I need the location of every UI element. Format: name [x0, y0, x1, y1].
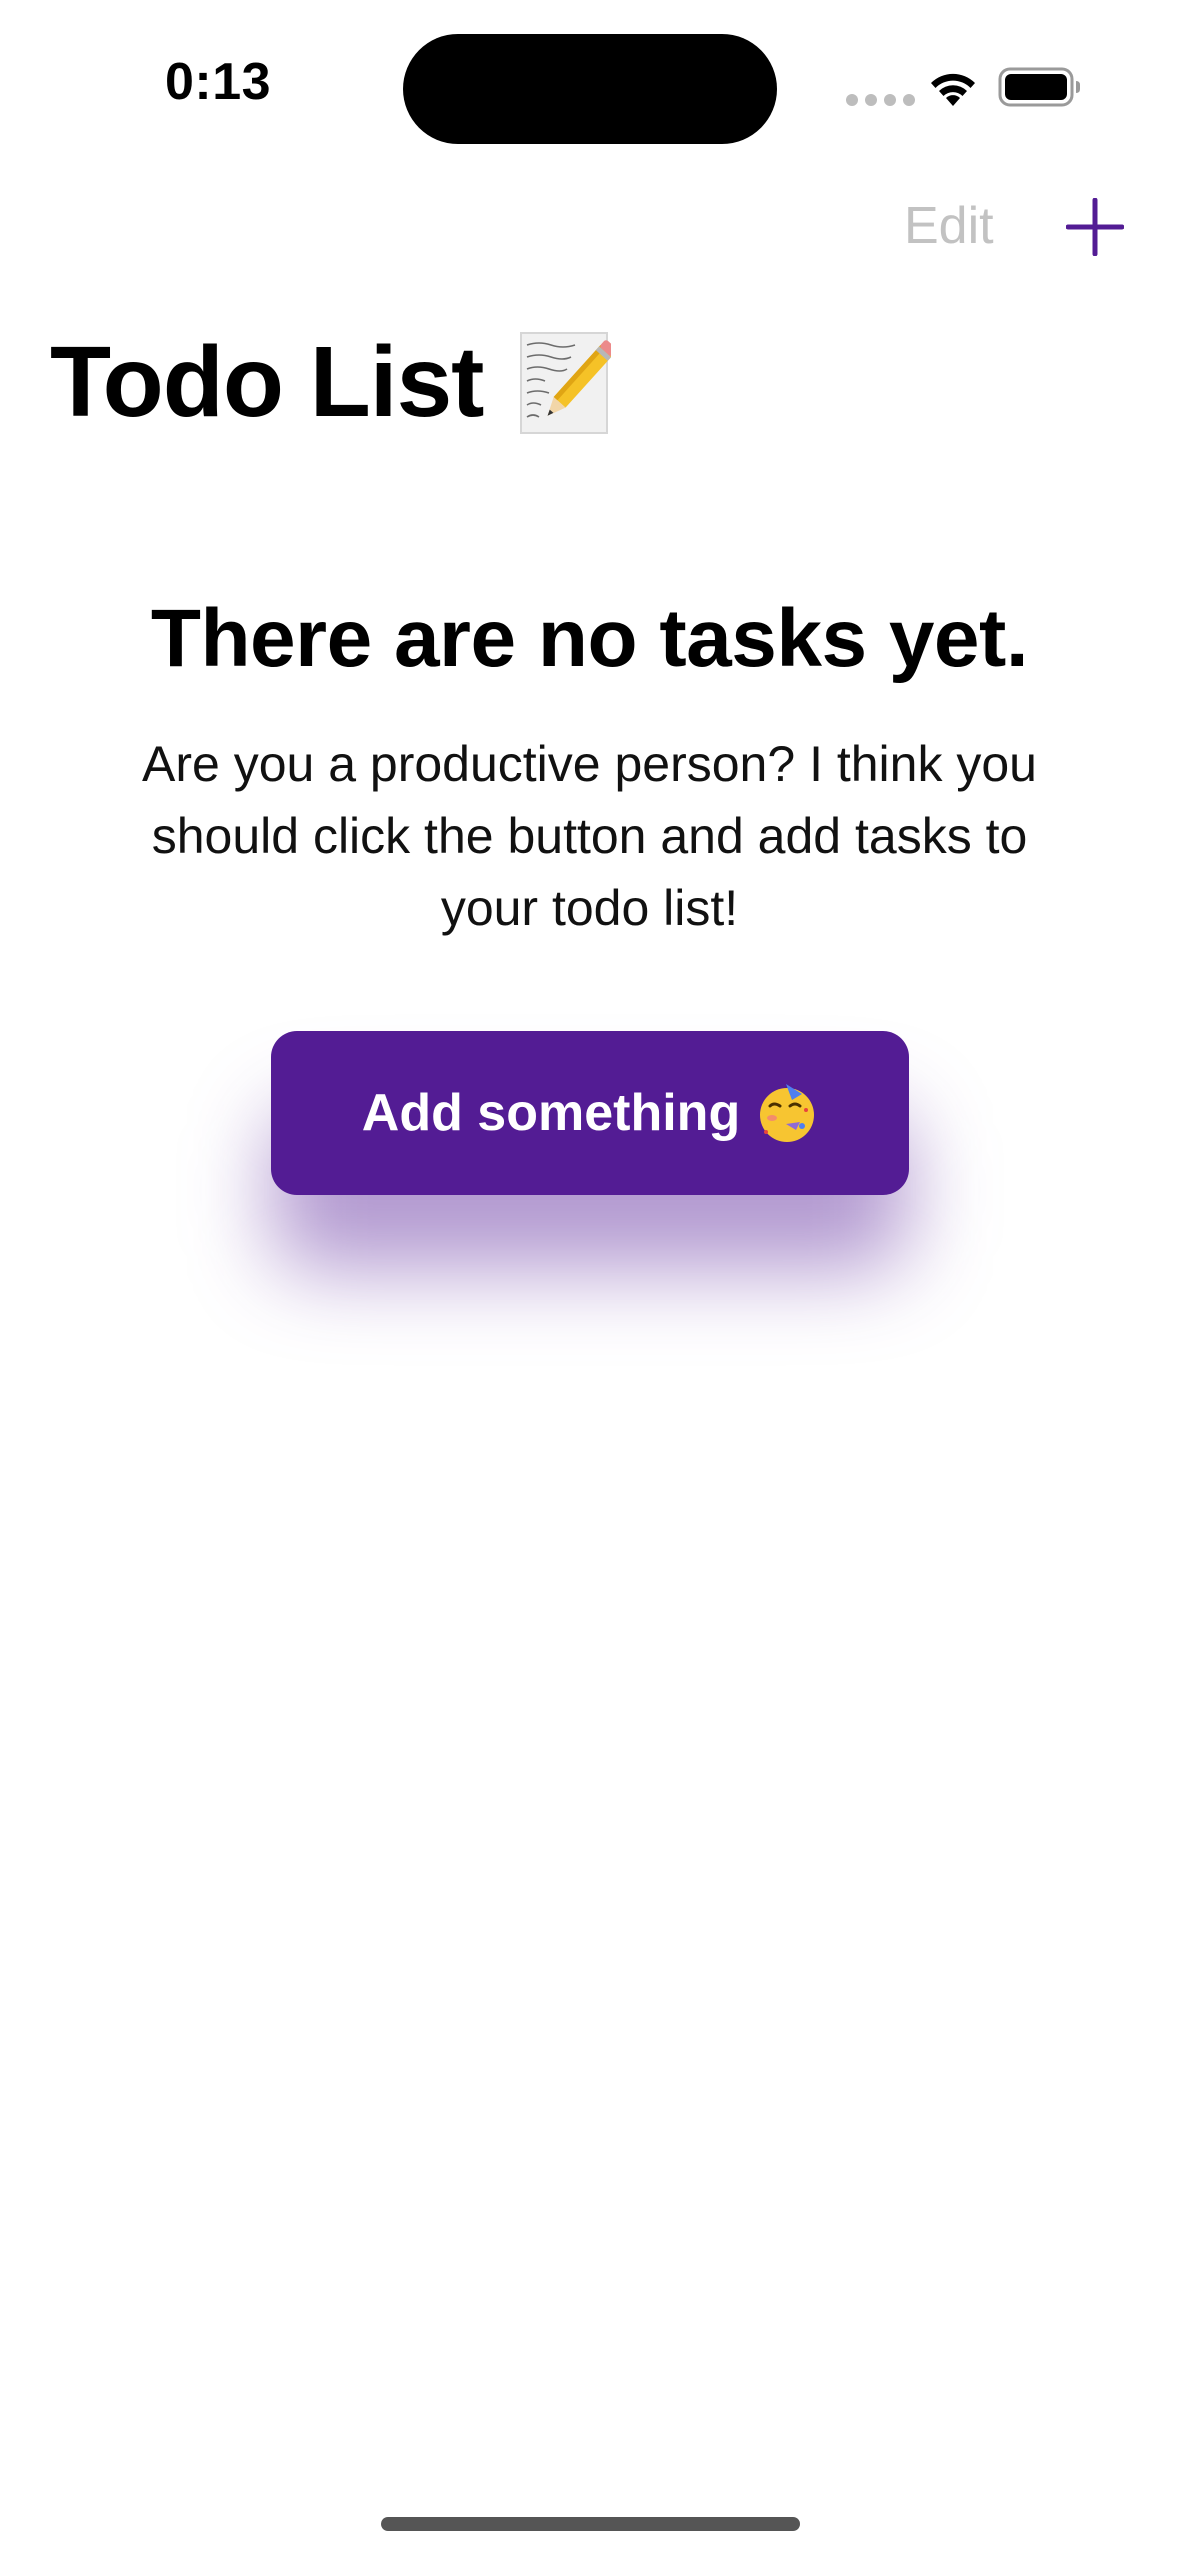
- memo-icon: [520, 331, 612, 434]
- partying-face-icon: [760, 1084, 815, 1142]
- wifi-icon: [931, 73, 975, 106]
- empty-state-message: Are you a productive person? I think you…: [142, 736, 1037, 936]
- page-title: Todo List: [50, 325, 612, 440]
- empty-state-heading: There are no tasks yet.: [150, 593, 1029, 684]
- battery-icon: [998, 67, 1080, 107]
- add-something-label: Add something: [361, 1084, 741, 1142]
- cellular-signal-icon: [846, 94, 915, 106]
- home-indicator[interactable]: [381, 2517, 800, 2531]
- edit-button[interactable]: Edit: [904, 196, 994, 256]
- plus-icon[interactable]: [1066, 198, 1124, 256]
- page-title-text: Todo List: [50, 326, 484, 438]
- dynamic-island: [403, 34, 777, 144]
- status-time: 0:13: [165, 53, 272, 111]
- add-something-button[interactable]: Add something: [271, 1031, 909, 1195]
